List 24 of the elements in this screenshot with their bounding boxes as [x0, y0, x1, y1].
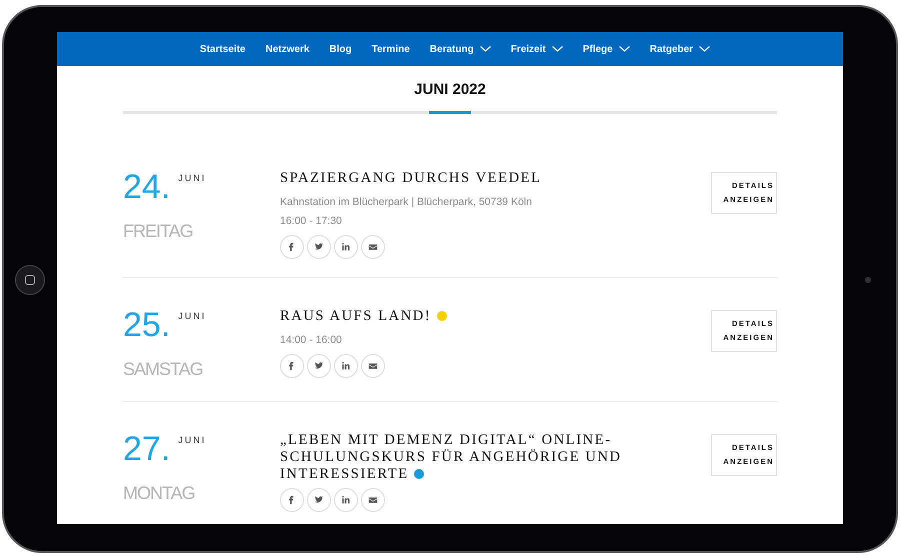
- day-number: 27.: [123, 432, 170, 466]
- weekday-label: MONTAG: [123, 483, 195, 503]
- nav-link[interactable]: Pflege: [582, 42, 630, 56]
- nav-link[interactable]: Startseite: [200, 42, 246, 56]
- nav-link[interactable]: Ratgeber: [650, 42, 710, 56]
- nav-link[interactable]: Netzwerk: [265, 42, 310, 56]
- event-time: 14:00 - 16:00: [280, 333, 342, 348]
- weekday-label: SAMSTAG: [123, 359, 203, 379]
- weekday-label: FREITAG: [123, 220, 193, 240]
- nav-link[interactable]: Freizeit: [510, 42, 563, 56]
- month-label: JUNI: [178, 310, 206, 323]
- event-title[interactable]: „LEBEN MIT DEMENZ DIGITAL“ ONLINE-SCHULUNGSKURS FÜR ANGEHÖRIGE UND INTERESSIERTE: [280, 432, 650, 483]
- nav-link[interactable]: Beratung: [430, 42, 491, 56]
- nav-link[interactable]: Termine: [372, 42, 410, 56]
- day-number: 24.: [123, 170, 170, 204]
- event-title[interactable]: RAUS AUFS LAND!: [280, 308, 650, 325]
- month-label: JUNI: [178, 172, 206, 184]
- event-time: 16:00 - 17:30: [280, 214, 343, 230]
- day-number: 25.: [123, 308, 170, 342]
- month-label: JUNI: [178, 434, 206, 447]
- nav-link[interactable]: Blog: [329, 42, 352, 56]
- event-location: Kahnstation im Blücherpark | Blücherpark, 50739 Köln: [280, 194, 532, 210]
- event-title[interactable]: SPAZIERGANG DURCHS VEEDEL: [280, 170, 650, 186]
- month-heading: JUNI 2022: [414, 80, 486, 100]
